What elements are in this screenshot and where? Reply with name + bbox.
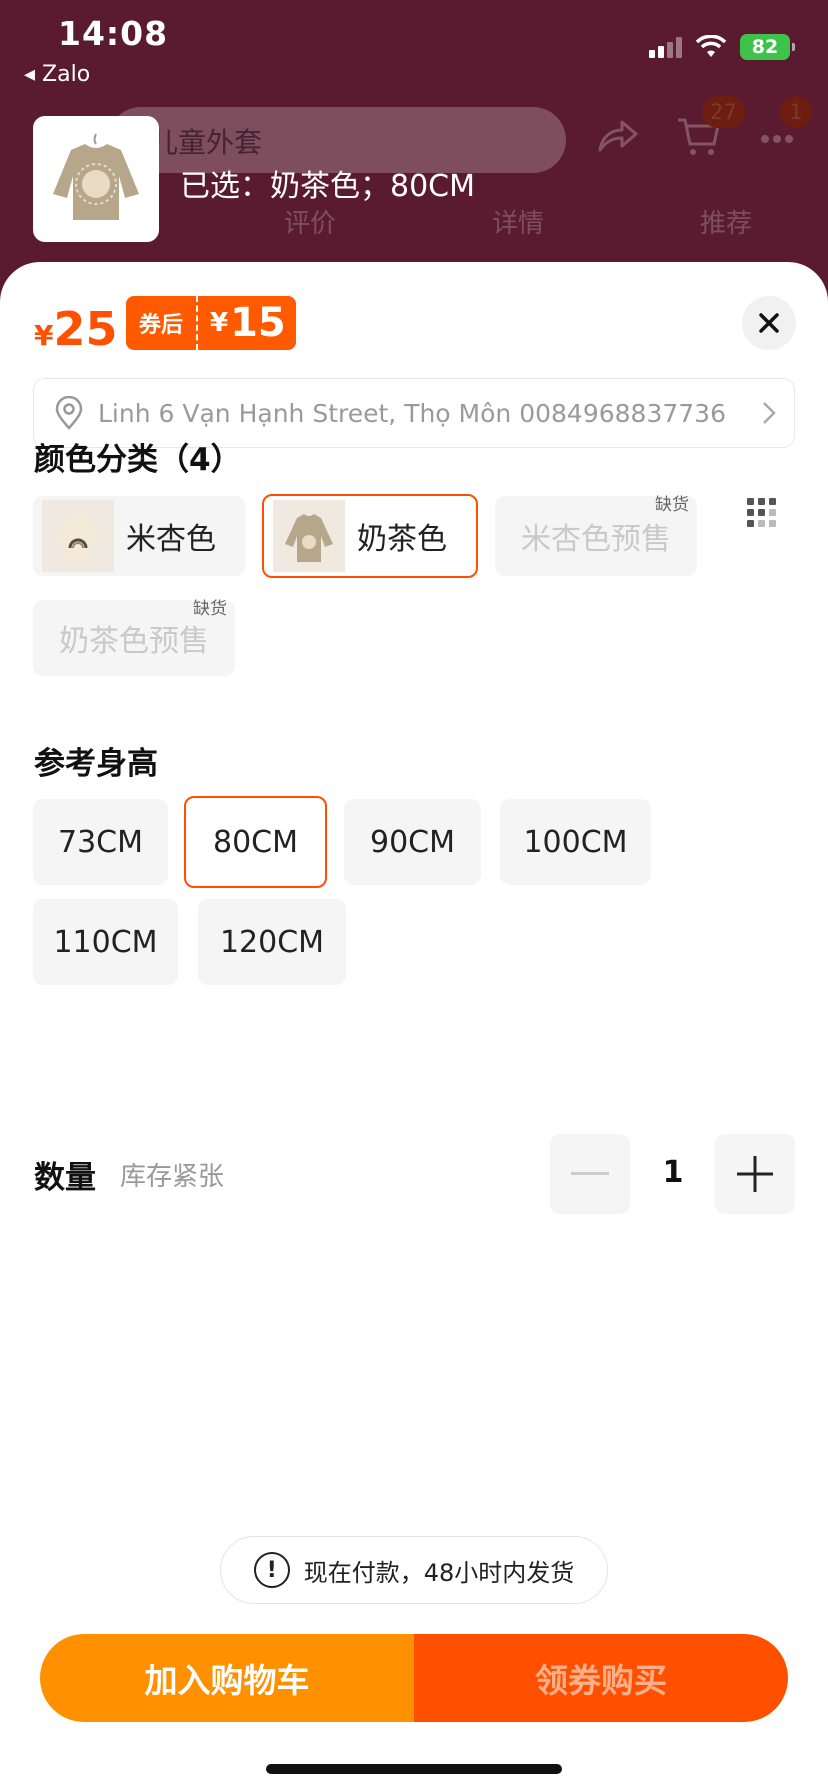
add-to-cart-button[interactable]: 加入购物车 — [40, 1634, 414, 1722]
shipping-notice: ! 现在付款，48小时内发货 — [220, 1536, 608, 1604]
coupon-buy-button[interactable]: 领券购买 — [414, 1634, 788, 1722]
color-option-beige[interactable]: 米杏色 — [33, 496, 245, 576]
color-option-milk-tea[interactable]: 奶茶色 — [262, 494, 478, 578]
cellular-signal-icon — [649, 36, 682, 58]
color-option-milk-tea-presale[interactable]: 奶茶色预售 缺货 — [33, 599, 235, 676]
price-value: 25 — [53, 302, 118, 356]
quantity-decrease-button[interactable] — [550, 1134, 630, 1214]
color-option-label: 奶茶色 — [357, 522, 447, 557]
purchase-bar: 加入购物车 领券购买 — [40, 1634, 788, 1722]
back-to-app-link[interactable]: ◂ Zalo — [24, 62, 90, 87]
close-icon — [759, 313, 779, 333]
product-thumbnail — [33, 116, 159, 242]
out-of-stock-tag: 缺货 — [193, 599, 227, 619]
plus-icon — [737, 1156, 773, 1192]
more-icon[interactable] — [760, 134, 794, 144]
dimmed-page-header: 14:08 ◂ Zalo 82 儿童外套 27 1 评价 详情 推荐 已选：奶茶… — [0, 0, 828, 262]
exclamation-icon: ! — [253, 1552, 290, 1588]
size-option-73cm[interactable]: 73CM — [33, 799, 168, 885]
tab-details[interactable]: 详情 — [492, 203, 544, 240]
quantity-increase-button[interactable] — [715, 1134, 795, 1214]
tab-reviews[interactable]: 评价 — [284, 203, 336, 240]
out-of-stock-tag: 缺货 — [655, 495, 689, 515]
wifi-icon — [696, 35, 726, 57]
status-time: 14:08 — [58, 14, 169, 53]
color-option-beige-presale[interactable]: 米杏色预售 缺货 — [495, 495, 697, 576]
search-text: 儿童外套 — [150, 126, 263, 159]
color-option-label: 奶茶色预售 — [59, 624, 209, 659]
size-option-120cm[interactable]: 120CM — [198, 899, 346, 985]
more-badge: 1 — [780, 96, 812, 128]
color-option-label: 米杏色 — [126, 522, 216, 557]
home-indicator[interactable] — [266, 1764, 562, 1774]
coupon-value: 15 — [230, 300, 286, 346]
size-option-80cm[interactable]: 80CM — [184, 796, 327, 888]
selected-variant-text: 已选：奶茶色；80CM — [180, 169, 476, 204]
size-option-110cm[interactable]: 110CM — [33, 899, 178, 985]
tab-recommend[interactable]: 推荐 — [700, 203, 752, 240]
coupon-price: ¥15 — [196, 296, 296, 350]
cart-badge: 27 — [702, 96, 745, 128]
size-option-100cm[interactable]: 100CM — [500, 799, 651, 885]
minus-icon — [571, 1172, 609, 1175]
size-option-90cm[interactable]: 90CM — [344, 799, 481, 885]
address-text: Linh 6 Vạn Hạnh Street, Thọ Môn 00849688… — [98, 398, 726, 428]
size-section-title: 参考身高 — [34, 746, 158, 782]
price-currency: ¥ — [34, 319, 54, 352]
coupon-label: 券后 — [126, 296, 196, 350]
shipping-notice-text: 现在付款，48小时内发货 — [303, 1558, 575, 1587]
status-icons: 82 — [649, 34, 795, 60]
battery-icon: 82 — [740, 34, 795, 60]
stock-hint: 库存紧张 — [120, 1162, 225, 1192]
sku-selector-sheet: ¥25 券后 ¥15 Linh 6 Vạn Hạnh Street, Thọ M… — [0, 262, 828, 1792]
battery-level: 82 — [751, 36, 779, 58]
color-section-title: 颜色分类（4） — [34, 442, 242, 478]
coupon-currency: ¥ — [210, 308, 229, 338]
close-button[interactable] — [742, 296, 796, 350]
share-icon[interactable] — [596, 118, 638, 154]
chevron-right-icon — [763, 402, 776, 424]
color-thumbnail-milk-tea — [273, 500, 345, 572]
color-option-label: 米杏色预售 — [521, 522, 671, 557]
grid-view-icon[interactable] — [747, 498, 776, 527]
color-thumbnail-beige — [42, 500, 114, 572]
price: ¥25 — [34, 302, 118, 356]
quantity-label: 数量 — [34, 1160, 96, 1196]
quantity-value[interactable]: 1 — [660, 1155, 686, 1190]
coupon-price-tag: 券后 ¥15 — [126, 296, 296, 350]
location-pin-icon — [55, 396, 83, 430]
